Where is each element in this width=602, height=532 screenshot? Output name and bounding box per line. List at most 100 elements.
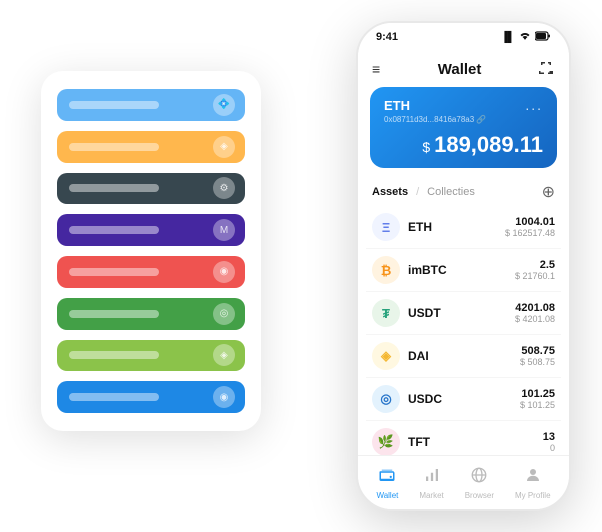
- nav-icon-my-profile: [524, 466, 542, 489]
- asset-usd-dai: $ 508.75: [520, 357, 555, 367]
- wallet-more-icon[interactable]: ...: [525, 97, 543, 113]
- asset-icon-eth: Ξ: [372, 213, 400, 241]
- row-icon-5: ◎: [213, 303, 235, 325]
- status-time: 9:41: [376, 31, 398, 43]
- asset-list: Ξ ETH 1004.01 $ 162517.48 ₿ imBTC 2.5 $ …: [358, 206, 569, 455]
- add-asset-icon[interactable]: ⊕: [542, 182, 555, 202]
- nav-icon-market: [423, 466, 441, 489]
- wallet-card: ETH ... 0x08711d3d...8416a78a3 🔗 $ 189,0…: [370, 87, 557, 168]
- row-label-7: [69, 393, 159, 401]
- row-icon-3: M: [213, 219, 235, 241]
- asset-name-dai: DAI: [408, 349, 520, 363]
- bottom-nav: Wallet Market Browser My Profile: [358, 455, 569, 509]
- asset-item-dai[interactable]: ◈ DAI 508.75 $ 508.75: [366, 335, 561, 378]
- asset-item-usdt[interactable]: ₮ USDT 4201.08 $ 4201.08: [366, 292, 561, 335]
- asset-name-tft: TFT: [408, 435, 543, 449]
- row-icon-0: 💠: [213, 94, 235, 116]
- asset-icon-usdc: ◎: [372, 385, 400, 413]
- asset-amounts-eth: 1004.01 $ 162517.48: [505, 216, 555, 238]
- row-label-0: [69, 101, 159, 109]
- row-label-1: [69, 143, 159, 151]
- nav-icon-browser: [470, 466, 488, 489]
- phone-mockup: 9:41 ▐▌ ≡ Wallet ETH ...: [356, 21, 571, 511]
- signal-icon: ▐▌: [501, 32, 515, 43]
- row-label-5: [69, 310, 159, 318]
- asset-usd-tft: 0: [543, 443, 555, 453]
- wallet-coin-label: ETH: [384, 98, 410, 113]
- bg-row-5: ◎: [57, 298, 245, 330]
- nav-label-browser: Browser: [465, 491, 494, 500]
- asset-icon-imbtc: ₿: [372, 256, 400, 284]
- row-icon-6: ◈: [213, 344, 235, 366]
- asset-amount-dai: 508.75: [520, 345, 555, 357]
- asset-amount-eth: 1004.01: [505, 216, 555, 228]
- asset-amounts-usdc: 101.25 $ 101.25: [520, 388, 555, 410]
- bg-row-7: ◉: [57, 381, 245, 413]
- phone-header: ≡ Wallet: [358, 51, 569, 87]
- nav-item-wallet[interactable]: Wallet: [376, 466, 398, 500]
- nav-label-wallet: Wallet: [376, 491, 398, 500]
- row-label-2: [69, 184, 159, 192]
- assets-tabs: Assets / Collecties: [372, 186, 475, 198]
- asset-usd-imbtc: $ 21760.1: [515, 271, 555, 281]
- wallet-card-header: ETH ...: [384, 97, 543, 113]
- tab-divider: /: [416, 186, 419, 198]
- asset-item-tft[interactable]: 🌿 TFT 13 0: [366, 421, 561, 455]
- row-label-6: [69, 351, 159, 359]
- row-icon-4: ◉: [213, 261, 235, 283]
- asset-name-imbtc: imBTC: [408, 263, 515, 277]
- asset-name-usdc: USDC: [408, 392, 520, 406]
- asset-usd-usdt: $ 4201.08: [515, 314, 555, 324]
- asset-amounts-usdt: 4201.08 $ 4201.08: [515, 302, 555, 324]
- bg-row-0: 💠: [57, 89, 245, 121]
- nav-label-my-profile: My Profile: [515, 491, 551, 500]
- row-label-4: [69, 268, 159, 276]
- scene: 💠 ◈ ⚙ M ◉ ◎ ◈ ◉ 9:41 ▐▌: [11, 11, 591, 521]
- asset-usd-eth: $ 162517.48: [505, 228, 555, 238]
- asset-item-usdc[interactable]: ◎ USDC 101.25 $ 101.25: [366, 378, 561, 421]
- asset-icon-usdt: ₮: [372, 299, 400, 327]
- wifi-icon: [519, 31, 531, 44]
- asset-amount-imbtc: 2.5: [515, 259, 555, 271]
- asset-amount-tft: 13: [543, 431, 555, 443]
- bg-row-4: ◉: [57, 256, 245, 288]
- battery-icon: [535, 31, 551, 44]
- row-icon-7: ◉: [213, 386, 235, 408]
- background-card: 💠 ◈ ⚙ M ◉ ◎ ◈ ◉: [41, 71, 261, 431]
- row-icon-1: ◈: [213, 136, 235, 158]
- asset-name-eth: ETH: [408, 220, 505, 234]
- status-icons: ▐▌: [501, 31, 551, 44]
- nav-item-my-profile[interactable]: My Profile: [515, 466, 551, 500]
- bg-row-6: ◈: [57, 340, 245, 372]
- nav-icon-wallet: [378, 466, 396, 489]
- asset-name-usdt: USDT: [408, 306, 515, 320]
- assets-header: Assets / Collecties ⊕: [358, 176, 569, 206]
- asset-usd-usdc: $ 101.25: [520, 400, 555, 410]
- nav-label-market: Market: [419, 491, 443, 500]
- asset-amount-usdt: 4201.08: [515, 302, 555, 314]
- row-label-3: [69, 226, 159, 234]
- asset-item-imbtc[interactable]: ₿ imBTC 2.5 $ 21760.1: [366, 249, 561, 292]
- asset-amounts-tft: 13 0: [543, 431, 555, 453]
- bg-row-3: M: [57, 214, 245, 246]
- bg-row-1: ◈: [57, 131, 245, 163]
- wallet-balance: $ 189,089.11: [384, 132, 543, 158]
- asset-icon-tft: 🌿: [372, 428, 400, 455]
- asset-amounts-dai: 508.75 $ 508.75: [520, 345, 555, 367]
- nav-item-browser[interactable]: Browser: [465, 466, 494, 500]
- wallet-balance-prefix: $: [422, 139, 434, 155]
- nav-item-market[interactable]: Market: [419, 466, 443, 500]
- asset-amount-usdc: 101.25: [520, 388, 555, 400]
- tab-collecties[interactable]: Collecties: [427, 186, 475, 198]
- wallet-balance-amount: 189,089.11: [434, 132, 543, 157]
- tab-assets[interactable]: Assets: [372, 186, 408, 198]
- expand-icon[interactable]: [539, 60, 555, 79]
- asset-item-eth[interactable]: Ξ ETH 1004.01 $ 162517.48: [366, 206, 561, 249]
- header-title: Wallet: [438, 61, 482, 78]
- bg-row-2: ⚙: [57, 173, 245, 205]
- row-icon-2: ⚙: [213, 177, 235, 199]
- asset-icon-dai: ◈: [372, 342, 400, 370]
- asset-amounts-imbtc: 2.5 $ 21760.1: [515, 259, 555, 281]
- menu-icon[interactable]: ≡: [372, 61, 380, 77]
- wallet-address: 0x08711d3d...8416a78a3 🔗: [384, 115, 543, 124]
